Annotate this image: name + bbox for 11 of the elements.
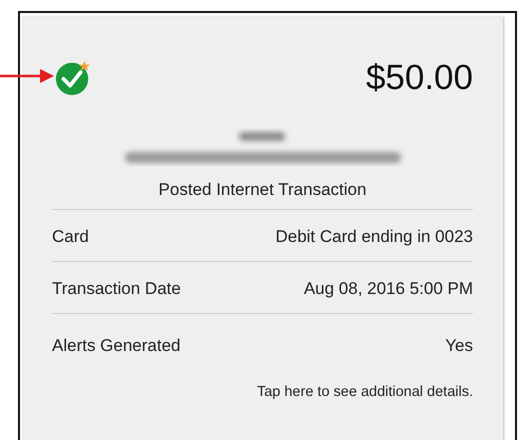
check-badge-icon (54, 59, 92, 97)
detail-value: Debit Card ending in 0023 (275, 227, 473, 247)
transaction-status: Posted Internet Transaction (52, 170, 473, 210)
detail-value: Aug 08, 2016 5:00 PM (304, 279, 473, 299)
detail-value: Yes (445, 336, 473, 356)
detail-label: Alerts Generated (52, 336, 181, 356)
detail-label: Card (52, 227, 89, 247)
amount: $50.00 (366, 58, 473, 98)
pointer-arrow (0, 68, 54, 84)
details-link[interactable]: Tap here to see additional details. (256, 384, 473, 400)
detail-label: Transaction Date (52, 279, 181, 299)
